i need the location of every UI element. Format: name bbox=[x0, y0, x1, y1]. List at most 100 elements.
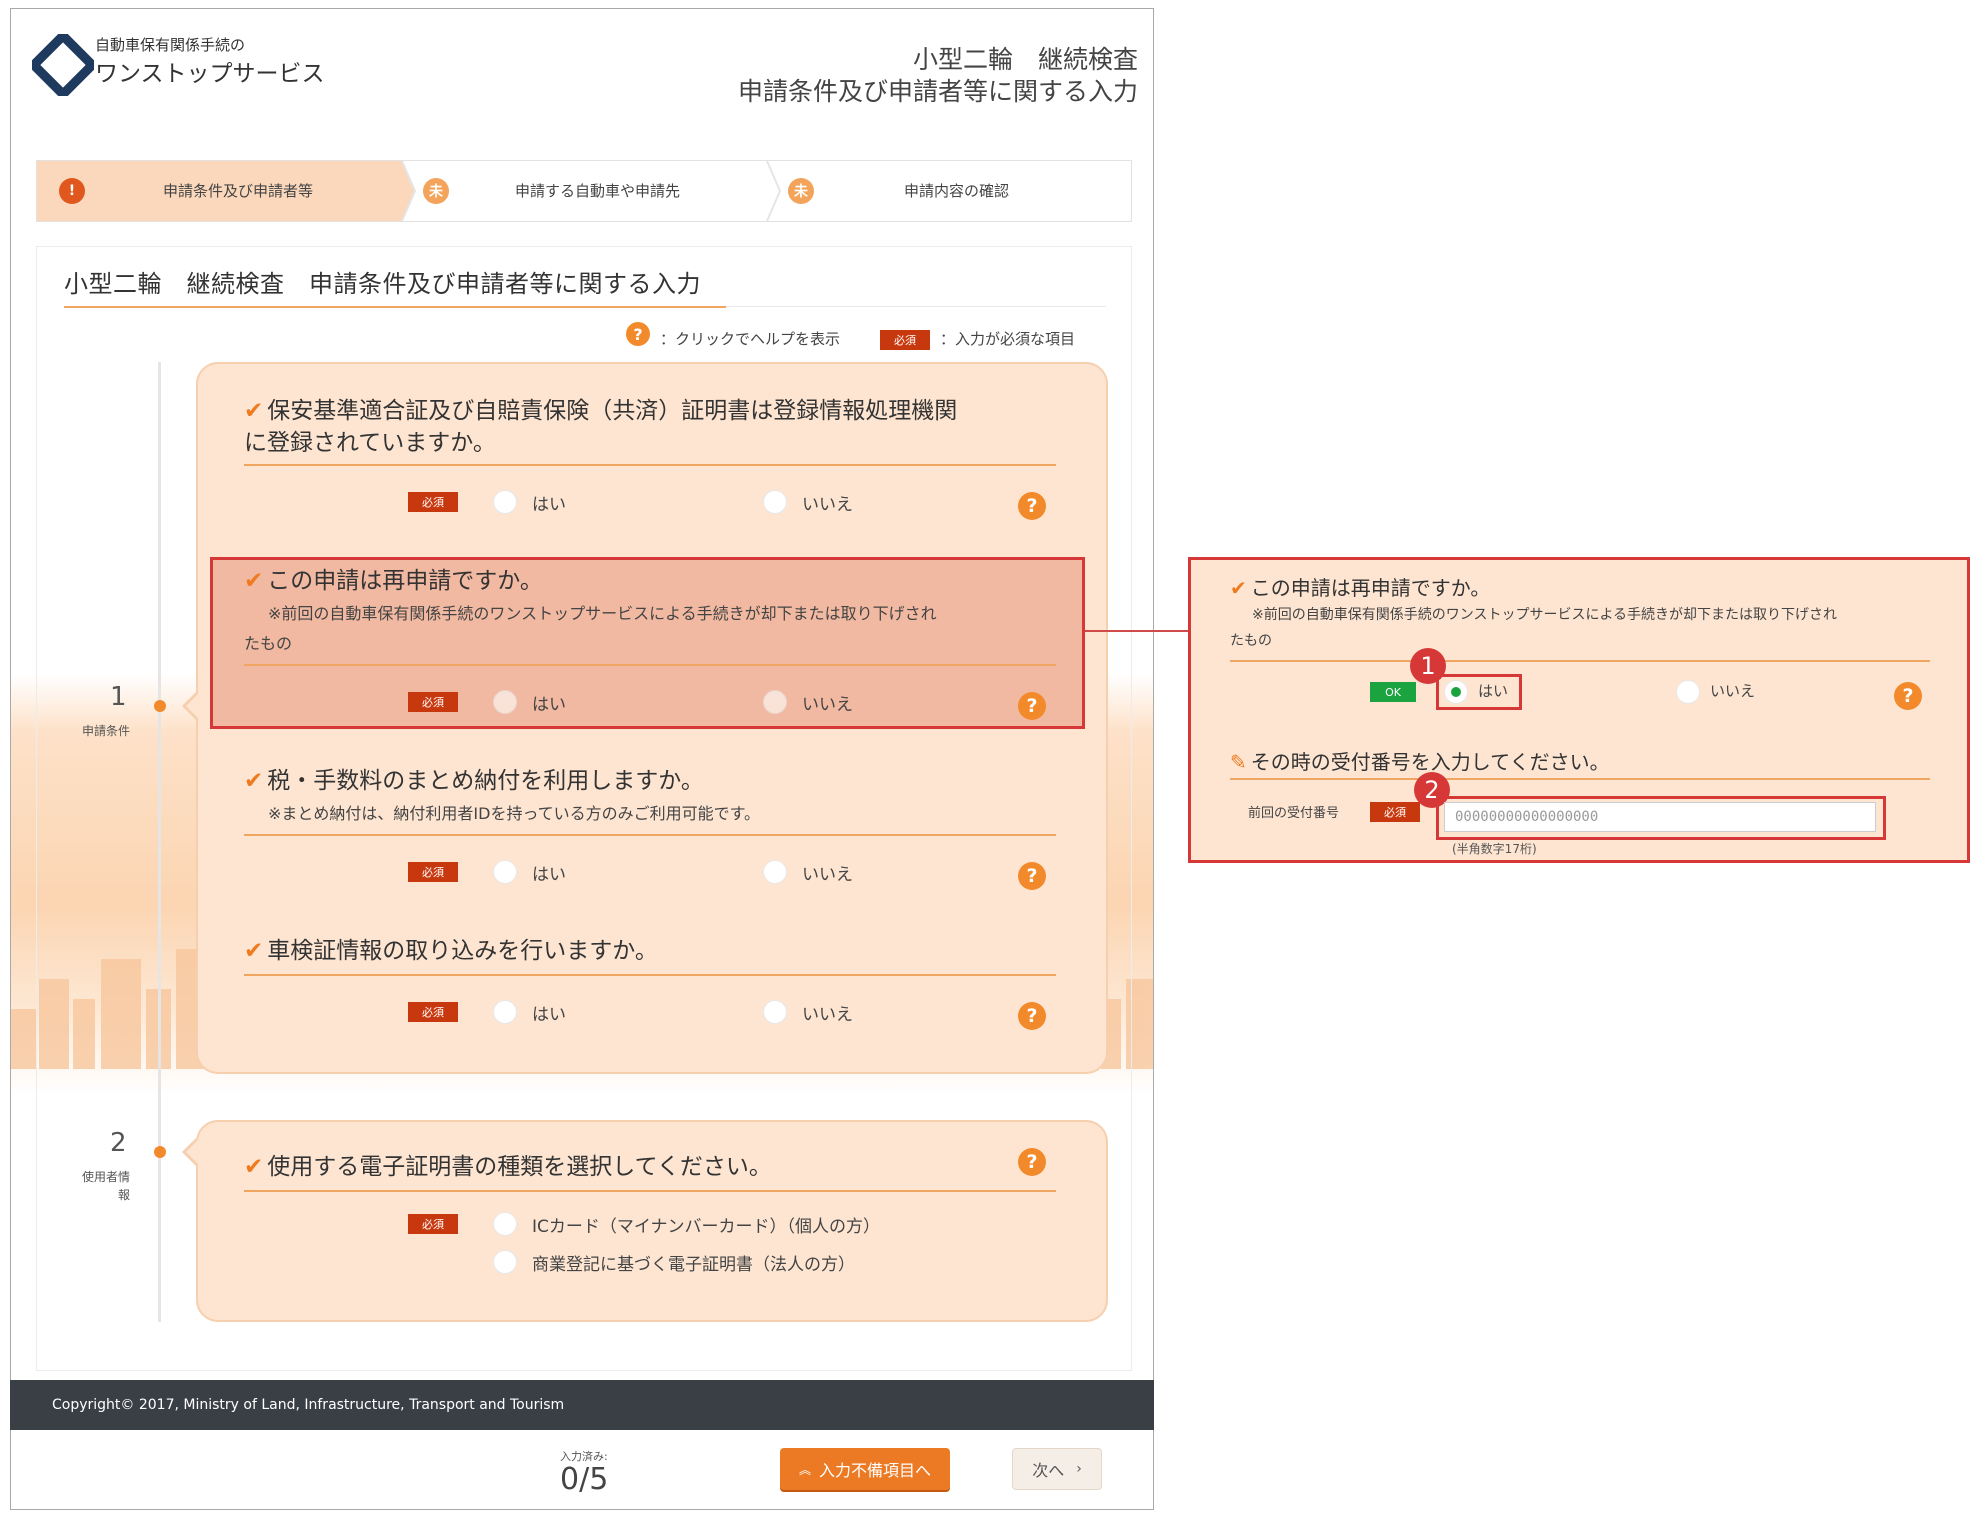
callout-yes-radio-selected[interactable] bbox=[1444, 680, 1468, 704]
required-badge: 必須 bbox=[408, 492, 458, 512]
go-to-incomplete-button[interactable]: ︽ 入力不備項目へ bbox=[780, 1448, 950, 1490]
callout-no-label: いいえ bbox=[1710, 682, 1756, 700]
warning-icon: ! bbox=[59, 178, 85, 204]
q2-yes-label: はい bbox=[532, 695, 566, 715]
step-1[interactable]: ! 申請条件及び申請者等 bbox=[37, 161, 402, 221]
help-icon: ? bbox=[626, 322, 650, 346]
check-icon: ✔ bbox=[244, 398, 264, 424]
help-icon[interactable]: ? bbox=[1018, 862, 1046, 890]
section-2-divider bbox=[244, 1190, 1056, 1192]
timeline-line bbox=[158, 362, 161, 1322]
step-3[interactable]: 未 申請内容の確認 bbox=[780, 161, 1130, 221]
help-icon[interactable]: ? bbox=[1894, 682, 1922, 710]
callout-no-radio[interactable] bbox=[1676, 680, 1700, 704]
section-label-2-line2: 報 bbox=[117, 1188, 130, 1202]
header-title-line2: 申請条件及び申請者等に関する入力 bbox=[737, 77, 1138, 106]
q4-no-radio[interactable] bbox=[763, 1000, 787, 1024]
title-divider bbox=[726, 306, 1106, 307]
help-icon[interactable]: ? bbox=[1018, 1148, 1046, 1176]
progress-steps: ! 申請条件及び申請者等 未 申請する自動車や申請先 未 申請内容の確認 bbox=[36, 160, 1132, 222]
q3-no-radio[interactable] bbox=[763, 860, 787, 884]
cert-corporate-label: 商業登記に基づく電子証明書（法人の方） bbox=[532, 1255, 855, 1275]
legend-help-text: ：クリックでヘルプを表示 bbox=[660, 330, 841, 348]
q4-no-label: いいえ bbox=[802, 1005, 853, 1025]
check-icon: ✔ bbox=[1230, 576, 1247, 600]
step-2-label: 申請する自動車や申請先 bbox=[515, 182, 681, 200]
question-1-divider bbox=[244, 464, 1056, 466]
question-2-title: ✔ この申請は再申請ですか。 bbox=[244, 568, 543, 594]
cert-ic-card-label: ICカード（マイナンバーカード）（個人の方） bbox=[532, 1217, 881, 1237]
step-1-label: 申請条件及び申請者等 bbox=[163, 182, 314, 200]
org-name-line1: 自動車保有関係手続の bbox=[95, 36, 246, 54]
q2-no-radio[interactable] bbox=[763, 690, 787, 714]
cert-corporate-radio[interactable] bbox=[493, 1250, 517, 1274]
receipt-divider bbox=[1230, 778, 1930, 780]
chevron-right-icon: › bbox=[1076, 1461, 1082, 1477]
callout-note-line2: たもの bbox=[1230, 633, 1272, 649]
required-badge: 必須 bbox=[408, 1002, 458, 1022]
q3-yes-label: はい bbox=[532, 865, 566, 885]
question-4-title: ✔ 車検証情報の取り込みを行いますか。 bbox=[244, 938, 658, 964]
step-2[interactable]: 未 申請する自動車や申請先 bbox=[415, 161, 765, 221]
callout-divider bbox=[1230, 660, 1930, 662]
org-name-line2: ワンストップサービス bbox=[95, 61, 325, 87]
question-2-divider bbox=[244, 664, 1056, 666]
required-badge: 必須 bbox=[1370, 802, 1420, 822]
timeline-dot-1 bbox=[154, 700, 166, 712]
callout-yes-label: はい bbox=[1478, 682, 1509, 700]
help-icon[interactable]: ? bbox=[1018, 492, 1046, 520]
question-3-title: ✔ 税・手数料のまとめ納付を利用しますか。 bbox=[244, 768, 704, 794]
section-number-2: 2 bbox=[110, 1128, 127, 1158]
q3-yes-radio[interactable] bbox=[493, 860, 517, 884]
copyright: Copyright© 2017, Ministry of Land, Infra… bbox=[52, 1397, 565, 1413]
q1-no-radio[interactable] bbox=[763, 490, 787, 514]
header-title-line1: 小型二輪 継続検査 bbox=[912, 45, 1138, 74]
q4-yes-label: はい bbox=[532, 1005, 566, 1025]
chevron-up-icon: ︽ bbox=[798, 1462, 811, 1477]
page-title: 小型二輪 継続検査 申請条件及び申請者等に関する入力 bbox=[64, 270, 701, 298]
question-2-note-line1: ※前回の自動車保有関係手続のワンストップサービスによる手続きが却下または取り下げ… bbox=[268, 604, 937, 623]
pending-icon: 未 bbox=[423, 178, 449, 204]
receipt-hint: (半角数字17桁) bbox=[1452, 842, 1537, 856]
required-badge: 必須 bbox=[408, 1214, 458, 1234]
section-number-1: 1 bbox=[110, 682, 127, 712]
step-3-label: 申請内容の確認 bbox=[904, 182, 1010, 200]
callout-title: ✔ この申請は再申請ですか。 bbox=[1230, 576, 1491, 600]
receipt-label: 前回の受付番号 bbox=[1248, 806, 1340, 821]
question-1-title: ✔ 保安基準適合証及び自賠責保険（共済）証明書は登録情報処理機関 bbox=[244, 398, 958, 424]
check-icon: ✔ bbox=[244, 768, 264, 794]
step-number-badge-1: 1 bbox=[1410, 648, 1446, 684]
callout-note-line1: ※前回の自動車保有関係手続のワンストップサービスによる手続きが却下または取り下げ… bbox=[1252, 607, 1838, 623]
required-badge: 必須 bbox=[408, 692, 458, 712]
question-2-note-line2: たもの bbox=[244, 634, 293, 653]
question-3-note: ※まとめ納付は、納付利用者IDを持っている方のみご利用可能です。 bbox=[268, 804, 761, 823]
required-badge: 必須 bbox=[880, 330, 930, 350]
receipt-title: ✎ その時の受付番号を入力してください。 bbox=[1230, 750, 1610, 774]
help-icon[interactable]: ? bbox=[1018, 1002, 1046, 1030]
section-label-1: 申請条件 bbox=[81, 724, 130, 738]
q1-no-label: いいえ bbox=[802, 495, 853, 515]
question-4-divider bbox=[244, 974, 1056, 976]
check-icon: ✔ bbox=[244, 1154, 264, 1180]
ok-badge: OK bbox=[1370, 682, 1416, 702]
q2-yes-radio[interactable] bbox=[493, 690, 517, 714]
next-button[interactable]: 次へ › bbox=[1012, 1448, 1102, 1490]
cert-ic-card-radio[interactable] bbox=[493, 1212, 517, 1236]
section-label-2-line1: 使用者情 bbox=[81, 1170, 130, 1184]
card-notch-inner bbox=[186, 1140, 198, 1164]
help-icon[interactable]: ? bbox=[1018, 692, 1046, 720]
check-icon: ✔ bbox=[244, 568, 264, 594]
question-1-title-line2: に登録されていますか。 bbox=[244, 430, 496, 456]
q2-no-label: いいえ bbox=[802, 695, 853, 715]
input-count-value: 0/5 bbox=[560, 1462, 609, 1497]
q1-yes-label: はい bbox=[532, 495, 566, 515]
logo-icon bbox=[32, 34, 94, 96]
pending-icon: 未 bbox=[788, 178, 814, 204]
q1-yes-radio[interactable] bbox=[493, 490, 517, 514]
receipt-number-input[interactable]: 00000000000000000 bbox=[1444, 802, 1876, 832]
section-2-title: ✔ 使用する電子証明書の種類を選択してください。 bbox=[244, 1154, 772, 1180]
q3-no-label: いいえ bbox=[802, 865, 853, 885]
q4-yes-radio[interactable] bbox=[493, 1000, 517, 1024]
check-icon: ✔ bbox=[244, 938, 264, 964]
timeline-dot-2 bbox=[154, 1146, 166, 1158]
